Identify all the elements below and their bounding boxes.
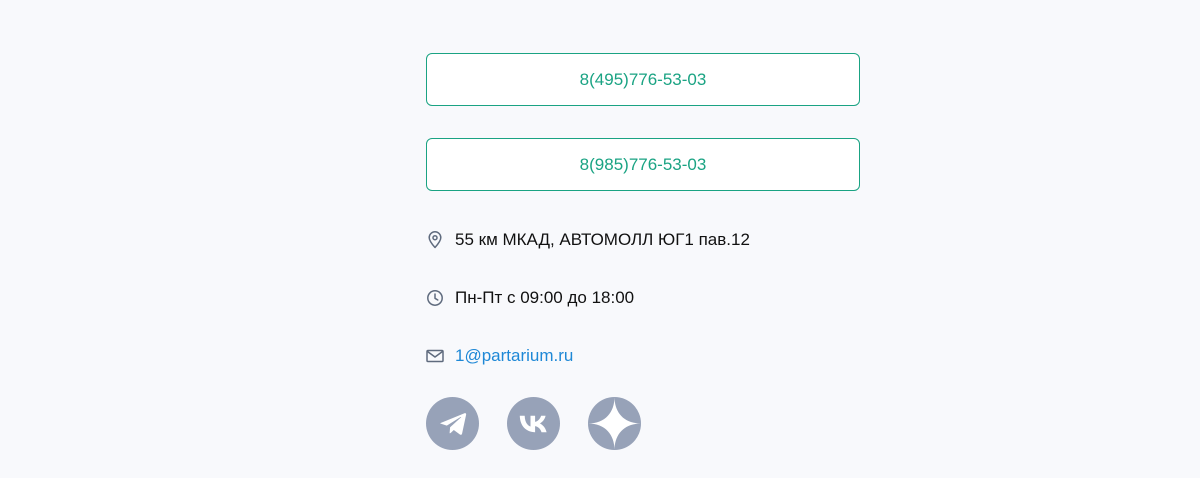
address-text: 55 км МКАД, АВТОМОЛЛ ЮГ1 пав.12 xyxy=(455,230,750,249)
phone-button-2[interactable]: 8(985)776-53-03 xyxy=(426,138,860,191)
phone-label-2: 8(985)776-53-03 xyxy=(579,154,707,174)
phone-label-1: 8(495)776-53-03 xyxy=(579,69,707,89)
email-link[interactable]: 1@partarium.ru xyxy=(455,346,573,366)
mail-icon xyxy=(426,347,444,365)
hours-text: Пн-Пт с 09:00 до 18:00 xyxy=(455,288,635,307)
yandex-zen-icon[interactable] xyxy=(588,397,641,450)
clock-icon xyxy=(426,289,444,307)
phone-button-1[interactable]: 8(495)776-53-03 xyxy=(426,53,860,106)
telegram-icon[interactable] xyxy=(426,397,479,450)
email-row: 1@partarium.ru xyxy=(426,345,573,367)
location-pin-icon xyxy=(426,231,444,249)
hours-row: Пн-Пт с 09:00 до 18:00 xyxy=(426,287,634,309)
social-links xyxy=(426,397,641,450)
vk-icon[interactable] xyxy=(507,397,560,450)
address-row: 55 км МКАД, АВТОМОЛЛ ЮГ1 пав.12 xyxy=(426,229,750,251)
